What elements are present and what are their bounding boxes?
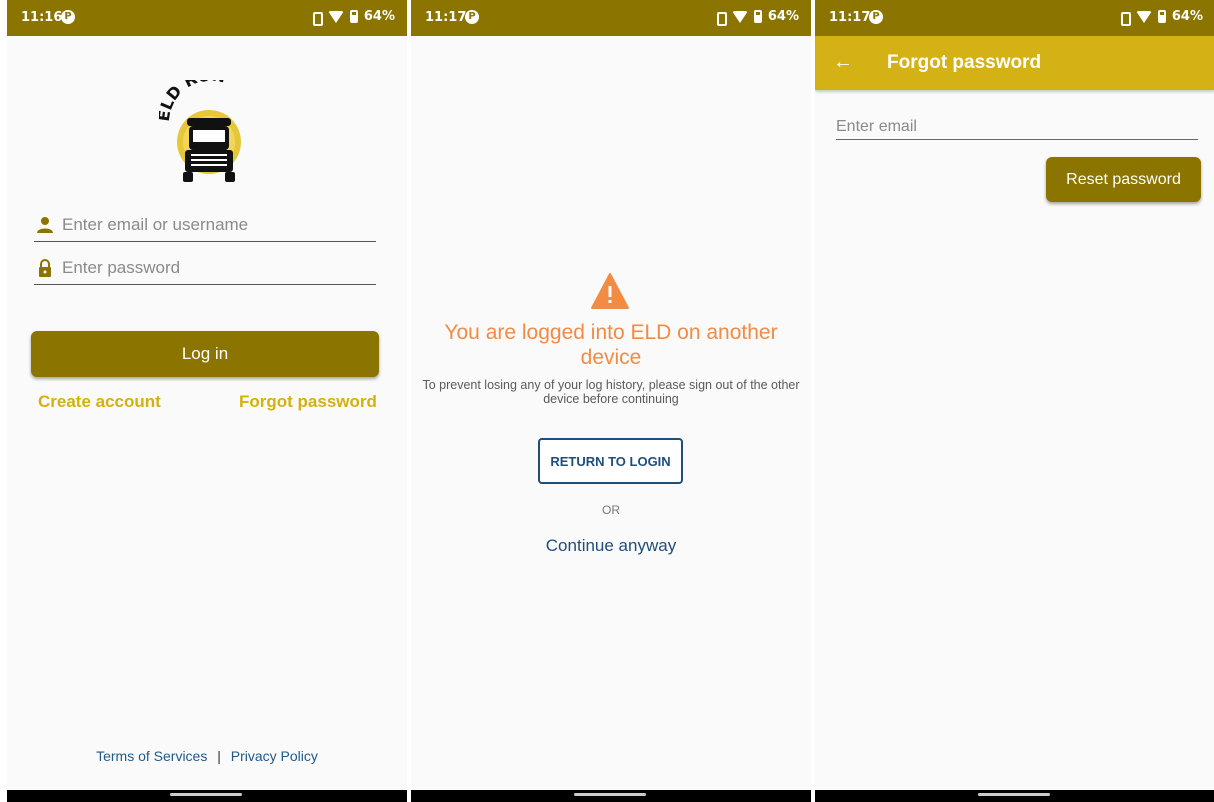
terms-link[interactable]: Terms of Services <box>96 748 207 764</box>
parking-notification-icon: P <box>61 10 75 24</box>
battery-percent: 64% <box>1171 9 1203 24</box>
app-bar: ← Forgot password <box>815 36 1214 90</box>
forgot-password-link[interactable]: Forgot password <box>239 392 377 412</box>
or-divider-text: OR <box>602 503 620 517</box>
status-time: 11:17 <box>829 10 871 25</box>
status-time: 11:17 <box>425 10 467 25</box>
home-gesture-handle[interactable] <box>170 793 242 796</box>
status-icons: 64% <box>1118 9 1203 26</box>
lock-icon <box>39 259 51 277</box>
status-icons: 64% <box>310 9 395 26</box>
battery-percent: 64% <box>767 9 799 24</box>
navigation-bar <box>7 790 407 802</box>
vibrate-icon <box>310 10 323 26</box>
login-button[interactable]: Log in <box>31 331 379 377</box>
status-time: 11:16 <box>21 10 63 25</box>
vibrate-icon <box>1118 10 1131 26</box>
screens-container: 11:16 P 64% ELD RUN <box>0 0 1214 802</box>
status-icons: 64% <box>714 9 799 26</box>
reset-email-input[interactable] <box>836 116 1196 138</box>
create-account-link[interactable]: Create account <box>38 392 161 412</box>
status-bar: 11:17 P 64% <box>411 0 811 36</box>
footer-separator: | <box>217 748 221 764</box>
home-gesture-handle[interactable] <box>574 793 646 796</box>
wifi-icon <box>1135 10 1152 23</box>
forgot-password-screen: 11:17 P 64% ← Forgot password Reset pass… <box>815 0 1214 802</box>
logged-in-elsewhere-screen: 11:17 P 64% You are logged into ELD on a… <box>411 0 811 802</box>
back-arrow-icon[interactable]: ← <box>833 50 857 74</box>
parking-notification-icon: P <box>465 10 479 24</box>
warning-title: You are logged into ELD on another devic… <box>444 321 778 369</box>
eld-run-logo: ELD RUN <box>159 80 241 182</box>
wifi-icon <box>731 10 748 23</box>
password-field[interactable] <box>34 251 376 285</box>
wifi-icon <box>327 10 344 23</box>
password-input[interactable] <box>62 255 362 281</box>
privacy-link[interactable]: Privacy Policy <box>231 748 318 764</box>
email-username-field[interactable] <box>34 208 376 242</box>
status-bar: 11:17 P 64% <box>815 0 1214 36</box>
reset-password-button[interactable]: Reset password <box>1046 157 1201 202</box>
footer-links: Terms of Services | Privacy Policy <box>7 748 407 764</box>
battery-icon <box>753 10 762 23</box>
home-gesture-handle[interactable] <box>978 793 1050 796</box>
navigation-bar <box>815 790 1214 802</box>
reset-email-field[interactable] <box>836 114 1198 140</box>
login-screen: 11:16 P 64% ELD RUN <box>7 0 407 802</box>
battery-icon <box>1157 10 1166 23</box>
battery-icon <box>349 10 358 23</box>
page-title: Forgot password <box>887 52 1042 73</box>
vibrate-icon <box>714 10 727 26</box>
warning-message: To prevent losing any of your log histor… <box>422 378 800 406</box>
parking-notification-icon: P <box>869 10 883 24</box>
warning-icon <box>591 273 629 309</box>
navigation-bar <box>411 790 811 802</box>
person-icon <box>37 217 53 233</box>
status-bar: 11:16 P 64% <box>7 0 407 36</box>
email-username-input[interactable] <box>62 212 362 238</box>
continue-anyway-link[interactable]: Continue anyway <box>411 536 811 556</box>
return-to-login-button[interactable]: RETURN TO LOGIN <box>538 438 683 484</box>
battery-percent: 64% <box>363 9 395 24</box>
